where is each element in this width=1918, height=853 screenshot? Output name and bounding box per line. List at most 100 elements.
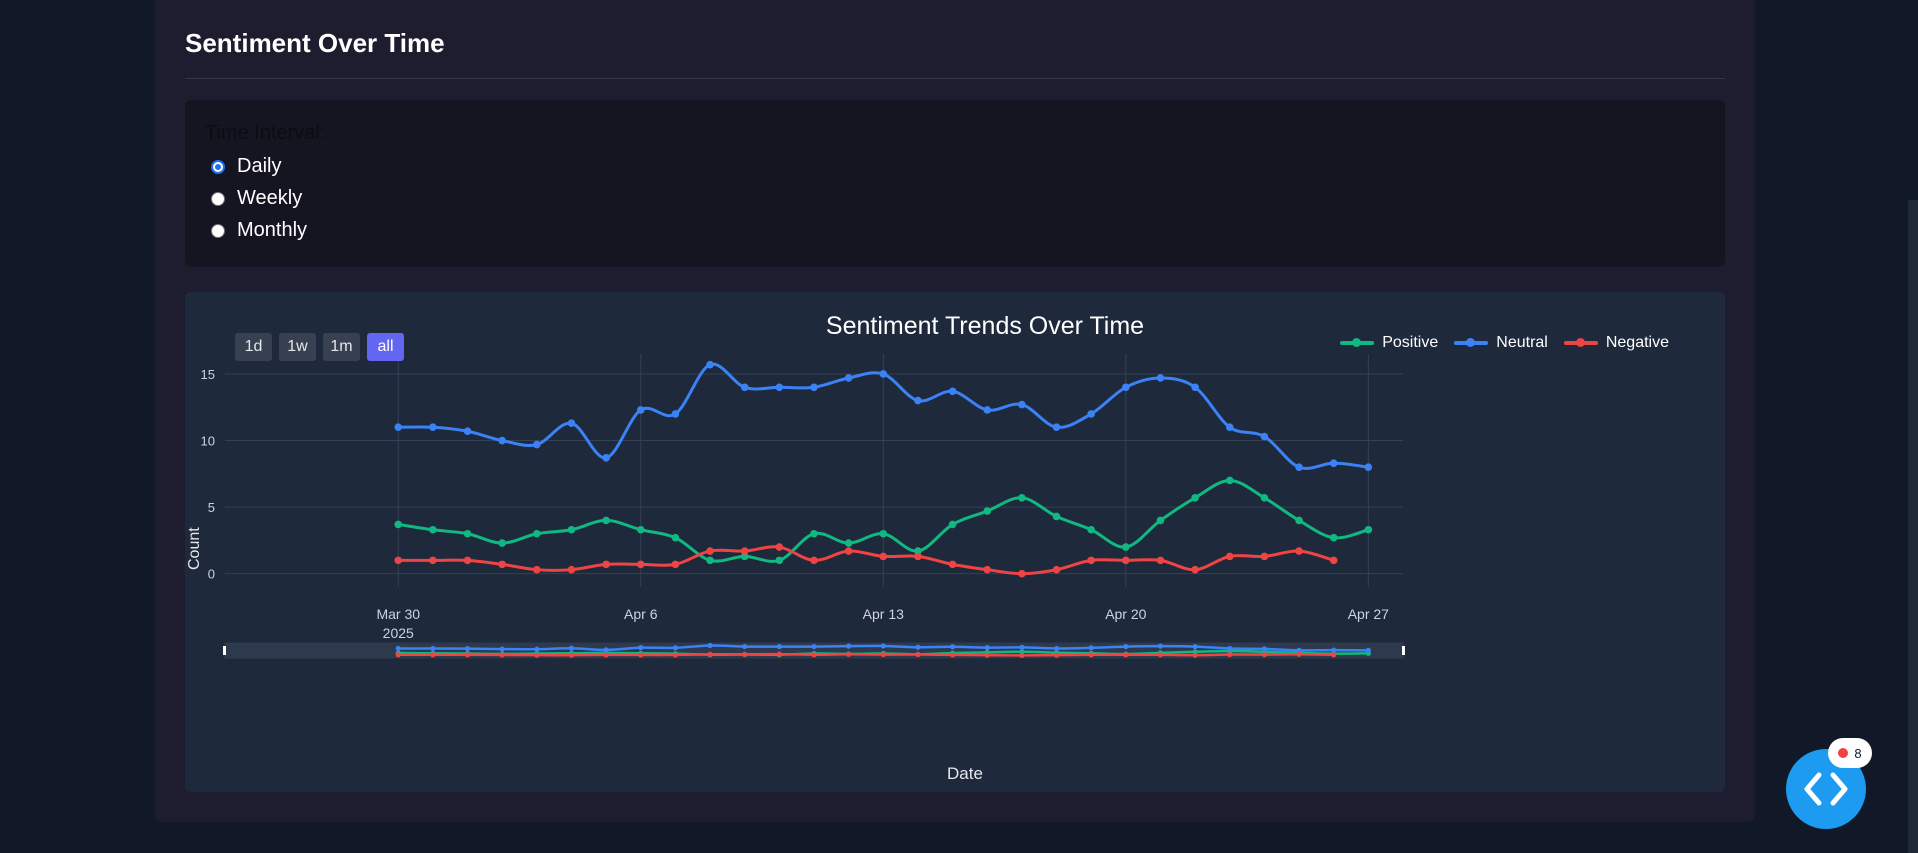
data-point-negative xyxy=(671,560,680,569)
data-point-neutral xyxy=(810,383,818,392)
data-point-positive xyxy=(810,529,818,538)
rangeslider-point-negative xyxy=(742,651,748,657)
error-dot-icon xyxy=(1838,748,1849,758)
legend-negative[interactable]: Negative xyxy=(1563,334,1669,352)
data-point-neutral xyxy=(1225,423,1234,432)
data-point-neutral xyxy=(914,396,922,405)
range-button-1d[interactable]: 1d xyxy=(235,333,272,361)
rangeslider-point-negative xyxy=(568,652,575,658)
rangeslider-point-neutral xyxy=(1157,643,1164,649)
rangeslider-handle-right xyxy=(1402,646,1405,655)
data-point-neutral xyxy=(463,427,472,436)
sentiment-chart[interactable]: 0 5 10 15 Mar 30 2025 Apr 6 Apr 13 Apr 20 Apr 27 xyxy=(185,292,1725,792)
data-point-positive xyxy=(498,539,506,547)
data-point-positive xyxy=(394,520,403,529)
data-point-negative xyxy=(914,552,922,561)
data-point-neutral xyxy=(567,419,576,428)
data-point-neutral xyxy=(1122,383,1130,392)
data-point-negative xyxy=(810,556,818,565)
rangeslider-point-negative xyxy=(846,651,852,657)
radio-monthly[interactable]: Monthly xyxy=(211,219,307,242)
rangeslider-point-neutral xyxy=(1365,647,1371,653)
data-point-negative xyxy=(567,565,576,574)
rangeslider-point-negative xyxy=(1227,651,1233,658)
data-point-neutral xyxy=(844,374,853,382)
sentiment-card: Sentiment Over Time Time Interval: Daily… xyxy=(155,0,1755,822)
code-icon xyxy=(1804,772,1848,806)
data-point-negative xyxy=(463,556,472,565)
radio-weekly-button[interactable] xyxy=(211,191,225,206)
data-point-negative xyxy=(636,560,645,569)
rangeslider-point-neutral xyxy=(568,645,575,651)
rangeslider-point-neutral xyxy=(846,643,852,649)
legend-negative-swatch xyxy=(1563,338,1598,347)
data-point-neutral xyxy=(1087,410,1095,418)
rangeslider-point-neutral xyxy=(638,645,644,651)
range-button-all[interactable]: all xyxy=(367,333,404,361)
data-point-positive xyxy=(1364,525,1373,534)
data-point-negative xyxy=(498,560,506,569)
rangeslider-point-negative xyxy=(1088,652,1094,658)
rangeslider-point-neutral xyxy=(603,647,609,653)
rangeslider-point-negative xyxy=(949,652,956,658)
rangeslider-point-negative xyxy=(1123,652,1129,658)
rangeslider-point-negative xyxy=(1296,651,1302,657)
data-point-neutral xyxy=(636,406,645,414)
data-point-negative xyxy=(983,565,992,574)
scrollbar-track[interactable] xyxy=(1908,0,1918,853)
rangeslider-point-negative xyxy=(915,651,921,658)
y-tick-label: 10 xyxy=(201,434,215,449)
data-point-negative xyxy=(394,556,403,565)
data-point-positive xyxy=(567,525,576,534)
rangeslider-point-negative xyxy=(672,652,679,658)
data-point-neutral xyxy=(1156,374,1165,382)
data-point-positive xyxy=(602,516,610,525)
data-point-neutral xyxy=(671,410,680,418)
rangeslider-point-neutral xyxy=(707,642,713,649)
issues-badge[interactable]: 8 xyxy=(1828,738,1872,768)
rangeslider-point-neutral xyxy=(534,646,540,652)
interval-label: Time Interval: xyxy=(205,122,326,144)
rangeslider-point-negative xyxy=(1331,652,1337,658)
rangeslider-point-neutral xyxy=(776,643,782,650)
legend-neutral-label: Neutral xyxy=(1496,334,1548,351)
legend-neutral[interactable]: Neutral xyxy=(1454,334,1548,352)
rangeslider-point-negative xyxy=(1157,652,1164,658)
data-point-positive xyxy=(1087,525,1095,534)
rangeslider-point-neutral xyxy=(395,645,401,652)
data-point-neutral xyxy=(775,383,784,392)
rangeslider-point-neutral xyxy=(1019,644,1025,650)
data-point-negative xyxy=(1295,547,1303,555)
data-point-negative xyxy=(429,556,437,565)
radio-daily-label: Daily xyxy=(237,155,282,177)
data-point-neutral xyxy=(429,423,437,432)
data-point-negative xyxy=(1225,552,1234,561)
data-point-positive xyxy=(1122,543,1130,551)
data-point-negative xyxy=(533,565,541,574)
data-point-neutral xyxy=(706,360,714,369)
data-point-negative xyxy=(1329,556,1338,565)
radio-daily[interactable]: Daily xyxy=(211,155,281,178)
range-button-1w[interactable]: 1w xyxy=(279,333,316,361)
data-point-negative xyxy=(1052,565,1061,574)
radio-monthly-button[interactable] xyxy=(211,223,225,238)
range-button-1m[interactable]: 1m xyxy=(323,333,360,361)
data-point-neutral xyxy=(533,440,541,449)
rangeslider-point-neutral xyxy=(1331,647,1337,653)
data-point-neutral xyxy=(1295,463,1303,471)
data-point-neutral xyxy=(1191,383,1199,392)
chart-title: Sentiment Trends Over Time xyxy=(825,312,1145,340)
radio-weekly[interactable]: Weekly xyxy=(211,187,302,210)
rangeslider-point-negative xyxy=(707,651,713,657)
data-point-positive xyxy=(1329,533,1338,542)
y-axis-title: Count xyxy=(186,527,203,571)
rangeslider-point-negative xyxy=(603,652,609,658)
rangeslider-point-negative xyxy=(430,652,436,658)
legend-positive[interactable]: Positive xyxy=(1340,334,1438,352)
y-tick-label: 5 xyxy=(208,500,215,515)
rangeslider-point-neutral xyxy=(464,646,471,652)
radio-daily-button[interactable] xyxy=(211,159,225,174)
scrollbar-thumb[interactable] xyxy=(1908,200,1918,853)
data-point-positive xyxy=(1191,493,1199,502)
rangeslider-point-negative xyxy=(880,651,886,658)
